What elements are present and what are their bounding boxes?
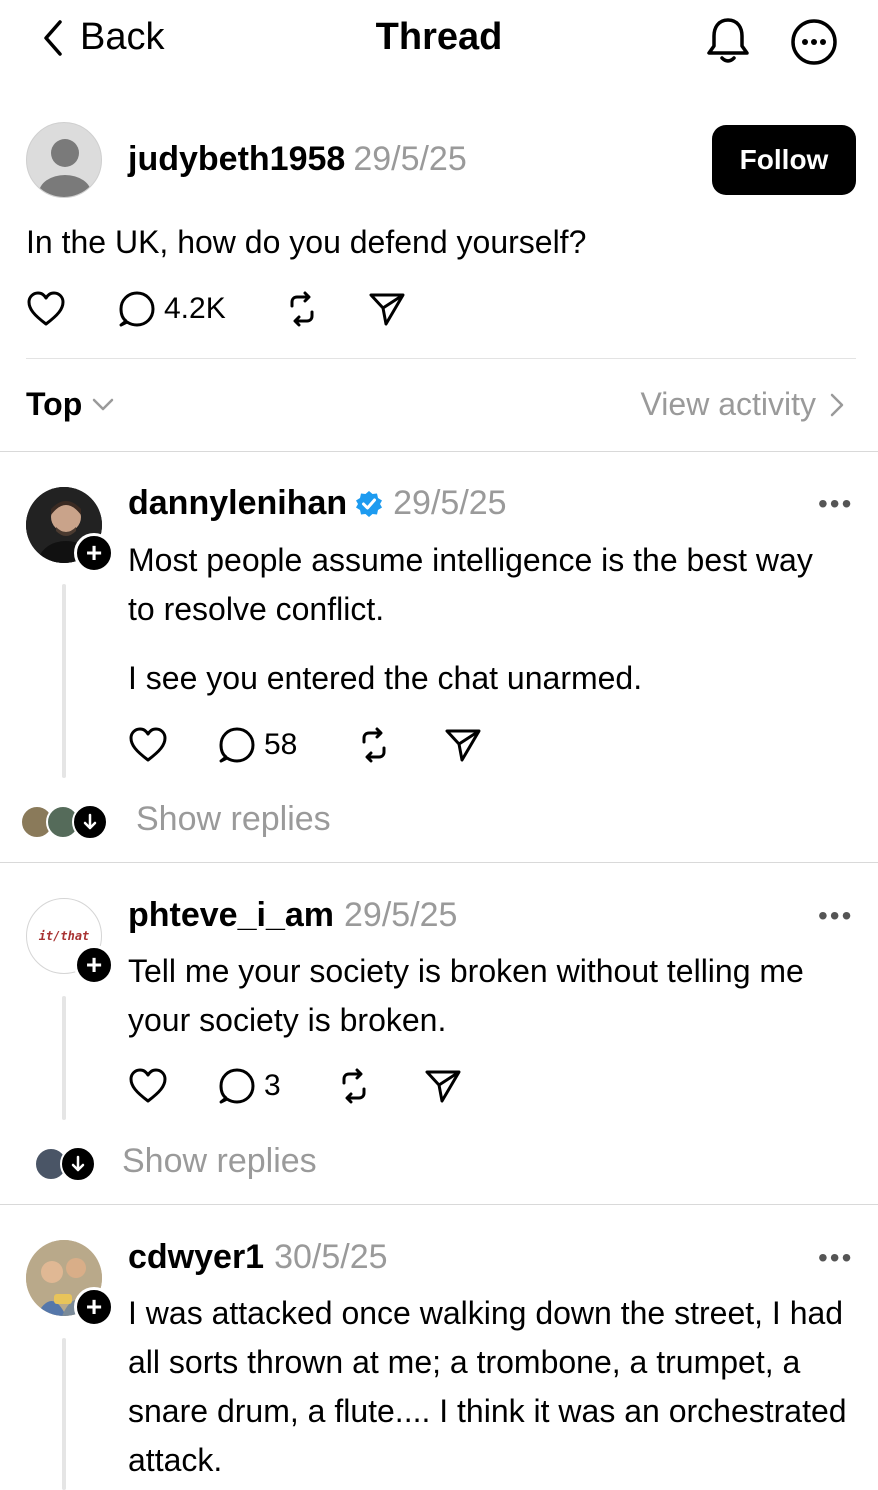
follow-plus-button[interactable]: + (74, 1287, 114, 1327)
reply-username[interactable]: phteve_i_am (128, 896, 334, 935)
reply-button[interactable]: 3 (218, 1067, 336, 1105)
comment-icon (219, 1068, 255, 1104)
reply-date: 29/5/25 (393, 484, 507, 522)
view-activity-link[interactable]: View activity (641, 386, 844, 423)
post-date: 29/5/25 (353, 140, 467, 178)
repost-icon (342, 1068, 366, 1104)
repost-button[interactable] (284, 291, 368, 327)
thread-line (62, 996, 66, 1120)
share-button[interactable] (424, 1068, 462, 1104)
reply-actions: 3 (128, 1067, 462, 1105)
thread-line (62, 1338, 66, 1490)
share-button[interactable] (368, 291, 406, 327)
back-label: Back (80, 16, 165, 58)
divider (0, 862, 878, 863)
reply-actions: 58 (128, 726, 482, 764)
like-button[interactable] (128, 1067, 218, 1105)
reply-username[interactable]: dannylenihan (128, 484, 347, 523)
post-text: In the UK, how do you defend yourself? (26, 224, 587, 260)
repost-button[interactable] (356, 727, 444, 763)
reply-date: 30/5/25 (274, 1238, 388, 1276)
reply-count: 3 (264, 1069, 281, 1102)
reply-text: Tell me your society is broken without t… (128, 953, 804, 1038)
send-icon (445, 729, 481, 762)
sort-label: Top (26, 386, 83, 422)
post-author[interactable]: judybeth1958 29/5/25 (128, 140, 467, 179)
show-replies-button[interactable]: Show replies (122, 1142, 317, 1181)
post-username[interactable]: judybeth1958 (128, 140, 345, 178)
divider (0, 1204, 878, 1205)
comment-icon (219, 727, 255, 763)
thread-line (62, 584, 66, 778)
comment-icon (119, 291, 155, 327)
reply-author[interactable]: dannylenihan 29/5/25 (128, 484, 507, 523)
more-options-icon[interactable]: ••• (818, 1242, 853, 1274)
heart-icon (27, 291, 65, 326)
repost-icon (362, 727, 386, 763)
more-circle-icon[interactable] (790, 18, 838, 66)
reply-button[interactable]: 58 (218, 726, 356, 764)
avatar-text: it/that (38, 929, 90, 943)
chevron-right-icon (830, 393, 844, 416)
chevron-left-icon (44, 19, 62, 56)
bell-icon[interactable] (704, 16, 752, 66)
reply-text: I see you entered the chat unarmed. (128, 660, 643, 696)
repost-button[interactable] (336, 1068, 424, 1104)
reply-text: I was attacked once walking down the str… (128, 1295, 847, 1478)
heart-icon (129, 727, 167, 762)
send-icon (369, 293, 405, 326)
back-button[interactable]: Back (40, 16, 164, 59)
arrow-down-icon (60, 1146, 96, 1182)
default-avatar-icon (39, 139, 91, 197)
follow-plus-button[interactable]: + (74, 533, 114, 573)
avatar[interactable] (26, 122, 102, 198)
sort-dropdown[interactable]: Top (26, 386, 114, 423)
reply-count: 58 (264, 728, 298, 761)
reply-author[interactable]: cdwyer1 30/5/25 (128, 1238, 388, 1277)
reply-avatars-stack[interactable] (20, 804, 108, 840)
more-options-icon[interactable]: ••• (818, 900, 853, 932)
divider (26, 358, 856, 359)
heart-icon (129, 1068, 167, 1103)
verified-badge-icon (356, 490, 383, 517)
reply-text: Most people assume intelligence is the b… (128, 542, 813, 627)
chevron-down-icon (93, 398, 114, 410)
post-actions: 4.2K (26, 290, 406, 328)
follow-button[interactable]: Follow (712, 125, 856, 195)
like-button[interactable] (26, 290, 118, 328)
divider (0, 451, 878, 452)
reply-button[interactable]: 4.2K (118, 290, 284, 328)
repost-icon (290, 291, 314, 327)
view-activity-label: View activity (640, 386, 816, 422)
arrow-down-icon (72, 804, 108, 840)
like-button[interactable] (128, 726, 218, 764)
share-button[interactable] (444, 727, 482, 763)
reply-date: 29/5/25 (344, 896, 458, 934)
reply-author[interactable]: phteve_i_am 29/5/25 (128, 896, 457, 935)
reply-avatars-stack[interactable] (34, 1146, 96, 1182)
send-icon (425, 1070, 461, 1103)
show-replies-button[interactable]: Show replies (136, 800, 331, 839)
more-options-icon[interactable]: ••• (818, 488, 853, 520)
reply-username[interactable]: cdwyer1 (128, 1238, 264, 1277)
reply-count: 4.2K (164, 292, 226, 325)
follow-plus-button[interactable]: + (74, 945, 114, 985)
